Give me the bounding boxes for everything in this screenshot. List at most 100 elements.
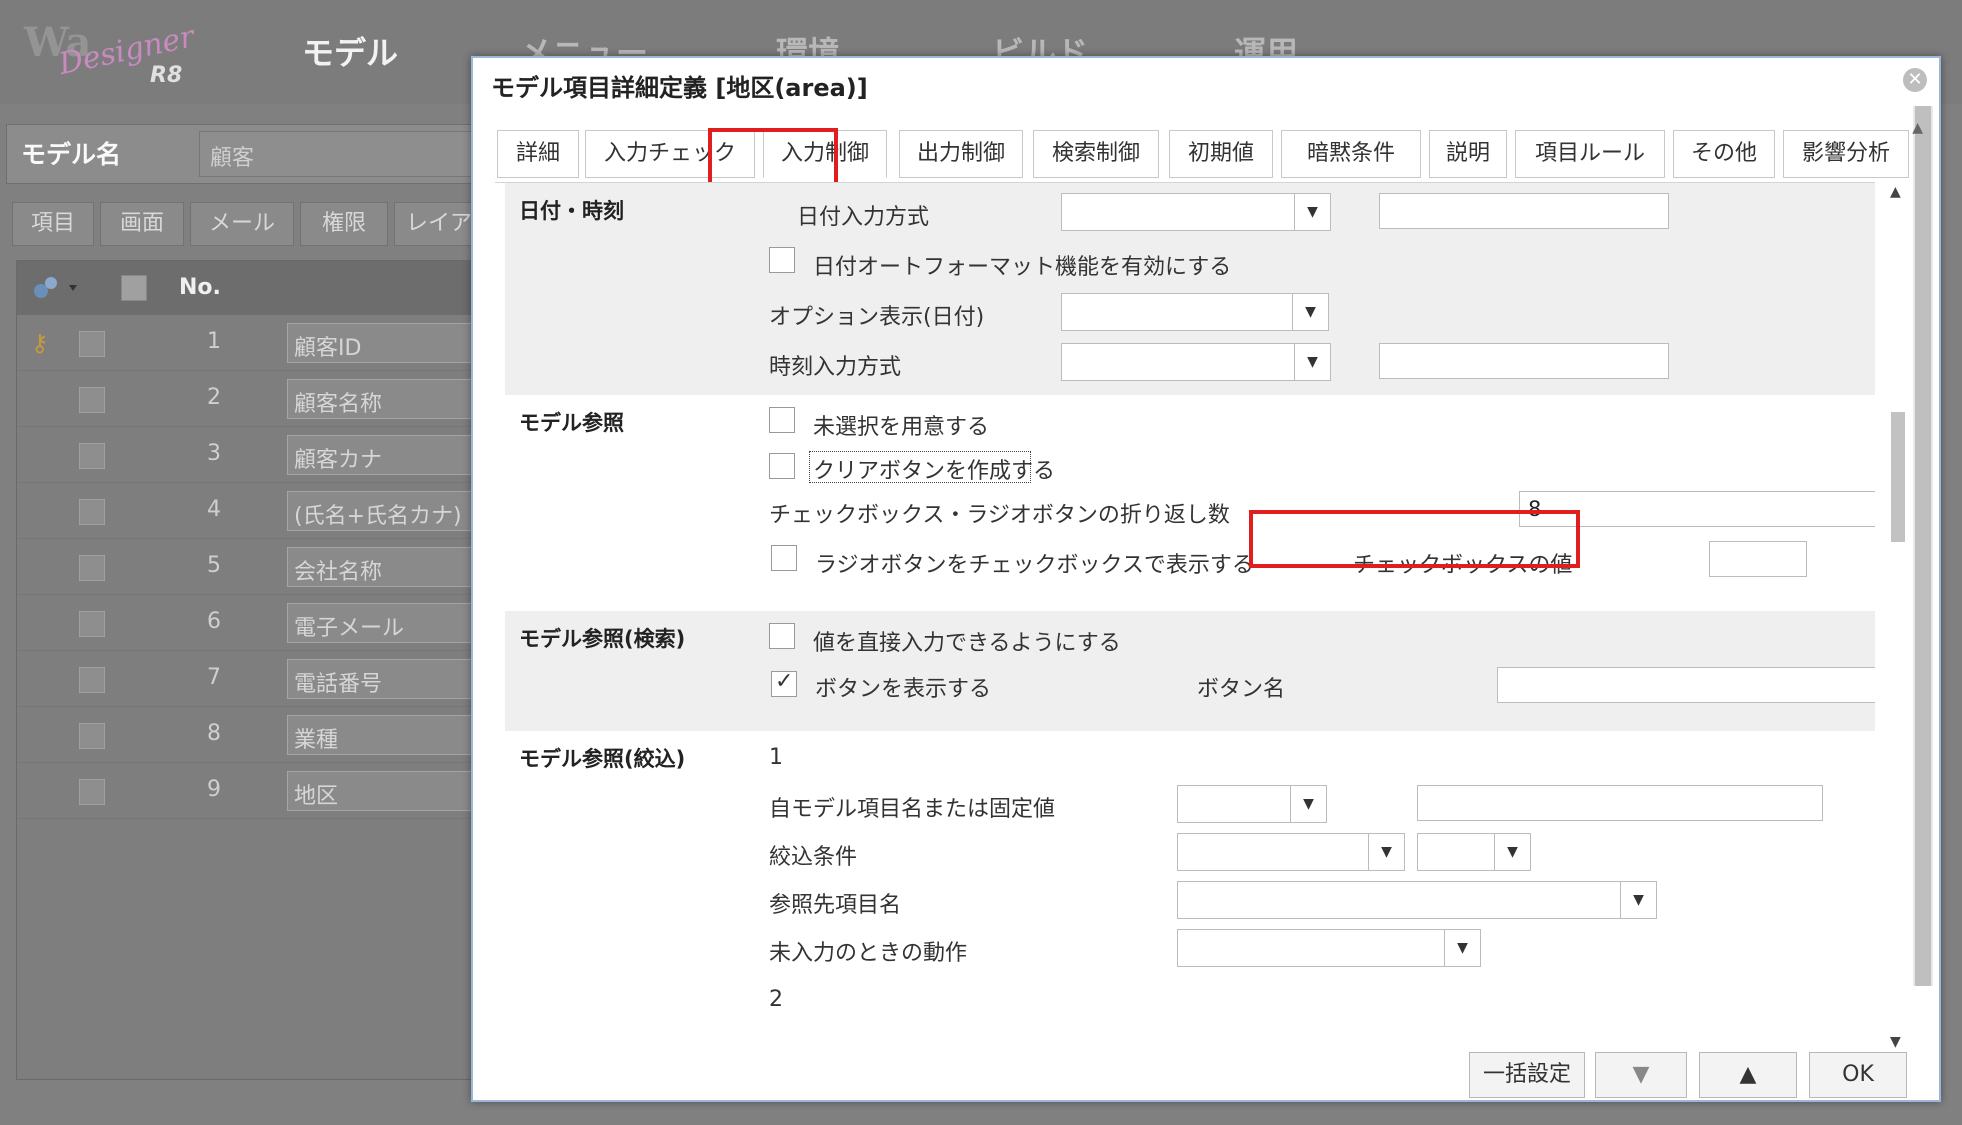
tab-initial-value[interactable]: 初期値 bbox=[1169, 130, 1273, 178]
ok-button[interactable]: OK bbox=[1809, 1052, 1907, 1098]
grid-header: No. bbox=[17, 261, 487, 315]
row-item-name[interactable]: (氏名+氏名カナ) bbox=[287, 491, 497, 531]
tab-detail[interactable]: 詳細 bbox=[497, 130, 579, 178]
settings-gears-icon[interactable] bbox=[29, 273, 89, 303]
date-input-select[interactable]: ▼ bbox=[1061, 193, 1331, 231]
row-number: 3 bbox=[207, 441, 221, 466]
section-model-ref: モデル参照 未選択を用意する クリアボタンを作成する チェックボックス・ラジオボ… bbox=[505, 395, 1875, 611]
section-title: 日付・時刻 bbox=[519, 199, 624, 223]
table-row[interactable]: 3 顧客カナ bbox=[17, 427, 497, 483]
chevron-down-icon: ▼ bbox=[1290, 786, 1326, 822]
checkbox-value-input[interactable] bbox=[1709, 541, 1807, 577]
empty-action-label: 未入力のときの動作 bbox=[769, 941, 968, 966]
bg-tab-items[interactable]: 項目 bbox=[12, 202, 94, 246]
tab-item-rule[interactable]: 項目ルール bbox=[1515, 130, 1665, 178]
row-checkbox[interactable] bbox=[79, 443, 105, 469]
tab-search-control[interactable]: 検索制御 bbox=[1033, 130, 1159, 178]
row-number: 1 bbox=[207, 329, 221, 354]
tab-impact-analysis[interactable]: 影響分析 bbox=[1783, 130, 1909, 178]
dialog-content: 日付・時刻 日付入力方式 ▼ 日付オートフォーマット機能を有効にする オプション… bbox=[495, 182, 1875, 1046]
date-autoformat-checkbox[interactable] bbox=[769, 247, 795, 273]
chevron-down-icon: ▼ bbox=[1494, 834, 1530, 870]
chevron-down-icon: ▼ bbox=[1292, 294, 1328, 330]
table-row[interactable]: 7 電話番号 bbox=[17, 651, 497, 707]
focus-outline bbox=[809, 451, 1031, 483]
bg-tab-screen[interactable]: 画面 bbox=[100, 202, 184, 246]
row-number: 6 bbox=[207, 609, 221, 634]
radio-as-checkbox-checkbox[interactable] bbox=[771, 545, 797, 571]
row-item-name[interactable]: 顧客ID bbox=[287, 323, 497, 363]
time-input-text[interactable] bbox=[1379, 343, 1669, 379]
date-input-text[interactable] bbox=[1379, 193, 1669, 229]
row-item-name[interactable]: 会社名称 bbox=[287, 547, 497, 587]
filter-group-number: 2 bbox=[769, 987, 783, 1012]
wrap-count-label: チェックボックス・ラジオボタンの折り返し数 bbox=[769, 503, 1230, 528]
outer-scrollbar-thumb[interactable] bbox=[1915, 106, 1931, 986]
close-icon[interactable]: ✕ bbox=[1903, 68, 1927, 92]
content-scrollbar[interactable]: ▲ ▼ bbox=[1887, 182, 1909, 1050]
table-row[interactable]: 8 業種 bbox=[17, 707, 497, 763]
unselected-option-checkbox[interactable] bbox=[769, 407, 795, 433]
row-number: 2 bbox=[207, 385, 221, 410]
tab-output-control[interactable]: 出力制御 bbox=[899, 130, 1023, 178]
scroll-down-icon[interactable]: ▼ bbox=[1890, 1034, 1901, 1050]
table-row[interactable]: 9 地区 bbox=[17, 763, 497, 819]
outer-scroll-up-icon[interactable]: ▲ bbox=[1912, 120, 1923, 136]
bg-tab-mail[interactable]: メール bbox=[190, 202, 294, 246]
self-item-select[interactable]: ▼ bbox=[1177, 785, 1327, 823]
bg-tab-permission[interactable]: 権限 bbox=[300, 202, 388, 246]
ref-item-label: 参照先項目名 bbox=[769, 893, 902, 918]
row-checkbox[interactable] bbox=[79, 779, 105, 805]
time-input-select[interactable]: ▼ bbox=[1061, 343, 1331, 381]
move-down-button[interactable]: ▼ bbox=[1595, 1052, 1687, 1098]
row-item-name[interactable]: 電子メール bbox=[287, 603, 497, 643]
row-item-name[interactable]: 電話番号 bbox=[287, 659, 497, 699]
row-item-name[interactable]: 顧客カナ bbox=[287, 435, 497, 475]
scrollbar-thumb[interactable] bbox=[1891, 412, 1905, 542]
bulk-setting-button[interactable]: 一括設定 bbox=[1469, 1052, 1585, 1098]
row-checkbox[interactable] bbox=[79, 499, 105, 525]
move-up-button[interactable]: ▲ bbox=[1699, 1052, 1797, 1098]
nav-model[interactable]: モデル bbox=[302, 28, 398, 74]
date-option-label: オプション表示(日付) bbox=[769, 305, 985, 330]
empty-action-select[interactable]: ▼ bbox=[1177, 929, 1481, 967]
date-autoformat-label: 日付オートフォーマット機能を有効にする bbox=[813, 255, 1232, 280]
model-name-box: モデル名 顧客 bbox=[6, 124, 499, 184]
row-item-name[interactable]: 業種 bbox=[287, 715, 497, 755]
chevron-down-icon: ▼ bbox=[1294, 194, 1330, 230]
row-item-name[interactable]: 顧客名称 bbox=[287, 379, 497, 419]
table-row[interactable]: ⚷ 1 顧客ID bbox=[17, 315, 497, 371]
section-datetime: 日付・時刻 日付入力方式 ▼ 日付オートフォーマット機能を有効にする オプション… bbox=[505, 183, 1875, 395]
ref-item-select[interactable]: ▼ bbox=[1177, 881, 1657, 919]
row-checkbox[interactable] bbox=[79, 555, 105, 581]
filter-condition-sub-select[interactable]: ▼ bbox=[1417, 833, 1531, 871]
model-name-input[interactable]: 顧客 bbox=[199, 131, 499, 177]
row-item-name[interactable]: 地区 bbox=[287, 771, 497, 811]
clear-button-checkbox[interactable] bbox=[769, 453, 795, 479]
direct-input-checkbox[interactable] bbox=[769, 623, 795, 649]
table-row[interactable]: 6 電子メール bbox=[17, 595, 497, 651]
table-row[interactable]: 5 会社名称 bbox=[17, 539, 497, 595]
time-input-label: 時刻入力方式 bbox=[769, 355, 902, 380]
table-row[interactable]: 4 (氏名+氏名カナ) bbox=[17, 483, 497, 539]
row-checkbox[interactable] bbox=[79, 387, 105, 413]
tab-other[interactable]: その他 bbox=[1673, 130, 1775, 178]
highlight-clear-button-option bbox=[1249, 510, 1580, 568]
row-checkbox[interactable] bbox=[79, 611, 105, 637]
table-row[interactable]: 2 顧客名称 bbox=[17, 371, 497, 427]
show-button-checkbox[interactable] bbox=[771, 669, 797, 697]
date-option-select[interactable]: ▼ bbox=[1061, 293, 1329, 331]
row-number: 5 bbox=[207, 553, 221, 578]
button-name-input[interactable] bbox=[1497, 667, 1875, 703]
select-all-checkbox[interactable] bbox=[121, 275, 147, 301]
section-title: モデル参照(検索) bbox=[519, 627, 686, 651]
row-checkbox[interactable] bbox=[79, 331, 105, 357]
row-checkbox[interactable] bbox=[79, 723, 105, 749]
outer-scrollbar[interactable] bbox=[1913, 106, 1933, 986]
self-item-input[interactable] bbox=[1417, 785, 1823, 821]
row-checkbox[interactable] bbox=[79, 667, 105, 693]
tab-description[interactable]: 説明 bbox=[1429, 130, 1507, 178]
filter-condition-select[interactable]: ▼ bbox=[1177, 833, 1405, 871]
scroll-up-icon[interactable]: ▲ bbox=[1890, 184, 1901, 200]
tab-implicit-condition[interactable]: 暗黙条件 bbox=[1281, 130, 1421, 178]
